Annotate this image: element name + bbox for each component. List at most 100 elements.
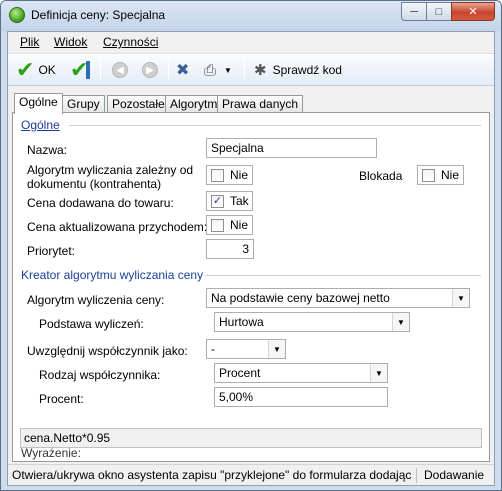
priority-label: Priorytet:: [27, 244, 76, 258]
price-updated-label: Cena aktualizowana przychodem:: [27, 220, 208, 234]
minimize-icon: ─: [410, 5, 418, 18]
tab-prawa-danych[interactable]: Prawa danych: [217, 95, 304, 113]
window: Definicja ceny: Specjalna ─ □ ✕ Plik Wid…: [0, 0, 502, 491]
algorithm-calc-label: Algorytm wyliczenia ceny:: [27, 293, 165, 307]
block-value: Nie: [441, 168, 460, 182]
app-icon: [9, 7, 25, 23]
checkbox-box: [211, 168, 224, 182]
block-label: Blokada: [359, 169, 403, 183]
section-divider: [205, 275, 481, 276]
apply-bar-icon: [86, 61, 91, 79]
algorithm-dependent-checkbox[interactable]: Nie: [206, 165, 253, 185]
coef-value: -: [211, 342, 215, 356]
close-icon: ✕: [468, 6, 478, 18]
check-icon: ✔: [16, 57, 35, 82]
section-divider: [69, 125, 481, 126]
price-added-checkbox[interactable]: ✓ Tak: [206, 191, 253, 211]
percent-label: Procent:: [39, 392, 84, 406]
ok-button[interactable]: ✔ OK: [16, 58, 56, 82]
basis-label: Podstawa wyliczeń:: [39, 317, 144, 331]
algorithm-dependent-label-1: Algorytm wyliczania zależny od: [27, 163, 194, 177]
tab-algorytm-label: Algorytm: [170, 97, 218, 111]
price-added-value: Tak: [230, 194, 249, 208]
toolbar-separator: [100, 60, 101, 80]
tab-ogolne[interactable]: Ogólne: [14, 93, 63, 114]
status-bar: Otwiera/ukrywa okno asystenta zapisu "pr…: [8, 464, 494, 485]
chevron-down-icon: ▼: [268, 340, 285, 358]
price-updated-value: Nie: [230, 218, 249, 232]
price-updated-checkbox[interactable]: Nie: [206, 215, 253, 235]
algorithm-calc-select[interactable]: Na podstawie ceny bazowej netto ▼: [206, 288, 470, 308]
tab-ogolne-label: Ogólne: [19, 95, 58, 109]
check-code-label: Sprawdź kod: [272, 63, 342, 77]
coef-type-value: Procent: [219, 366, 261, 380]
back-arrow-icon: ◀: [112, 62, 128, 78]
priority-input[interactable]: 3: [206, 239, 254, 259]
expression-label: Wyrażenie:: [21, 446, 81, 460]
wand-icon: ✱: [254, 62, 267, 79]
coef-type-label: Rodzaj współczynnika:: [39, 368, 161, 382]
basis-select[interactable]: Hurtowa ▼: [214, 312, 410, 332]
menu-bar: Plik Widok Czynności: [8, 32, 494, 54]
menu-czynnosci[interactable]: Czynności: [103, 35, 158, 49]
tools-icon: ✖: [176, 62, 190, 79]
tab-pozostale[interactable]: Pozostałe: [107, 95, 170, 113]
toolbar-separator: [168, 60, 169, 80]
tab-panel: Ogólne Nazwa: Specjalna Algorytm wylicza…: [12, 112, 490, 462]
ok-label: OK: [38, 63, 56, 77]
save-apply-button[interactable]: ✔: [70, 58, 91, 82]
status-message: Otwiera/ukrywa okno asystenta zapisu "pr…: [12, 468, 412, 482]
checkbox-box: [211, 218, 224, 232]
name-input[interactable]: Specjalna: [206, 138, 377, 158]
toolbar-separator: [244, 60, 245, 80]
menu-plik[interactable]: Plik: [20, 35, 39, 49]
maximize-button[interactable]: □: [426, 2, 452, 21]
menu-widok-label: Widok: [54, 35, 88, 49]
chevron-down-icon: ▼: [452, 289, 469, 307]
percent-input[interactable]: 5,00%: [214, 387, 388, 407]
checkmark-icon: ✓: [211, 194, 224, 208]
chevron-down-icon: ▼: [224, 65, 232, 75]
toolbar: ✔ OK ✔ ◀ ▶ ✖ ⎙ ▼ ✱ Sprawdź kod: [8, 54, 494, 86]
client-area: Plik Widok Czynności ✔ OK ✔ ◀ ▶ ✖ ⎙ ▼ ✱ …: [7, 31, 495, 486]
print-button[interactable]: ⎙ ▼: [204, 58, 232, 82]
block-checkbox[interactable]: Nie: [417, 165, 464, 185]
name-label: Nazwa:: [27, 143, 68, 157]
coef-label: Uwzględnij współczynnik jako:: [27, 344, 188, 358]
menu-czynnosci-label: Czynności: [103, 35, 159, 49]
maximize-icon: □: [435, 5, 443, 18]
coef-select[interactable]: - ▼: [206, 339, 286, 359]
printer-icon: ⎙: [204, 61, 217, 79]
tools-button[interactable]: ✖: [176, 58, 189, 82]
menu-widok[interactable]: Widok: [54, 35, 87, 49]
status-mode: Dodawanie: [424, 468, 485, 482]
title-bar: Definicja ceny: Specjalna ─ □ ✕: [1, 1, 501, 31]
section-title-general: Ogólne: [21, 118, 60, 132]
checkbox-box: [422, 168, 435, 182]
tab-prawa-danych-label: Prawa danych: [222, 97, 299, 111]
window-title: Definicja ceny: Specjalna: [31, 8, 166, 22]
coef-type-select[interactable]: Procent ▼: [214, 363, 388, 383]
algorithm-calc-value: Na podstawie ceny bazowej netto: [211, 291, 390, 305]
forward-arrow-icon: ▶: [142, 62, 158, 78]
forward-button[interactable]: ▶: [142, 58, 158, 82]
menu-plik-label: Plik: [20, 35, 40, 49]
algorithm-dependent-value: Nie: [230, 168, 249, 182]
tab-pozostale-label: Pozostałe: [112, 97, 165, 111]
chevron-down-icon: ▼: [392, 313, 409, 331]
basis-value: Hurtowa: [219, 315, 264, 329]
back-button[interactable]: ◀: [112, 58, 128, 82]
section-title-wizard: Kreator algorytmu wyliczania ceny: [21, 268, 204, 282]
status-separator: [416, 468, 417, 483]
price-added-label: Cena dodawana do towaru:: [27, 196, 174, 210]
close-button[interactable]: ✕: [451, 2, 495, 21]
tab-grupy[interactable]: Grupy: [62, 95, 105, 113]
expression-field[interactable]: cena.Netto*0.95: [20, 428, 482, 448]
window-controls: ─ □ ✕: [401, 2, 495, 21]
check-code-button[interactable]: ✱ Sprawdź kod: [254, 58, 342, 82]
tab-algorytm[interactable]: Algorytm: [165, 95, 223, 113]
minimize-button[interactable]: ─: [401, 2, 427, 21]
algorithm-dependent-label-2: dokumentu (kontrahenta): [27, 177, 162, 191]
tab-grupy-label: Grupy: [67, 97, 100, 111]
chevron-down-icon: ▼: [370, 364, 387, 382]
